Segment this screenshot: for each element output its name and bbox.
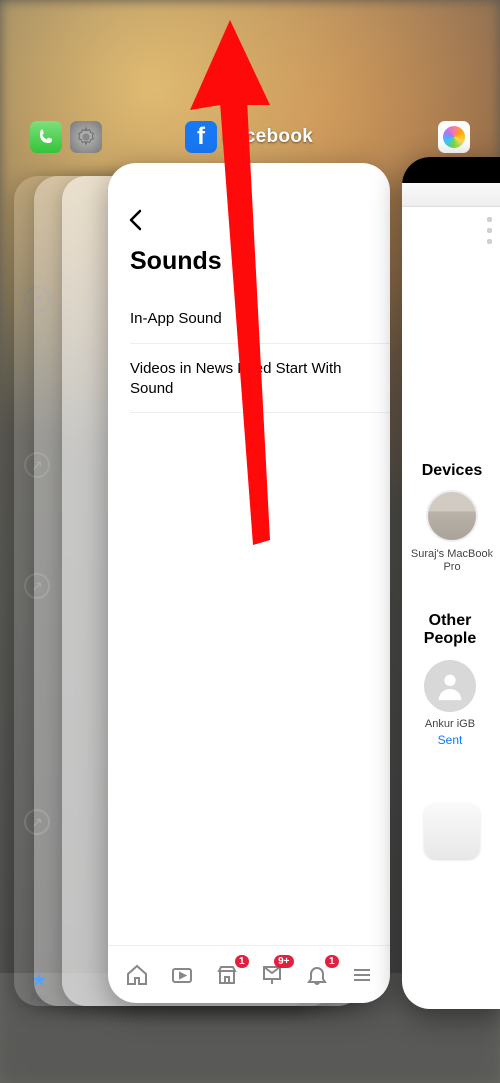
facebook-tab-bar: 1 9+ 1 bbox=[108, 945, 390, 1003]
photos-app-icon bbox=[438, 121, 470, 153]
settings-app-icon bbox=[70, 121, 102, 153]
home-tab[interactable] bbox=[119, 957, 155, 993]
phone-app-icon bbox=[30, 121, 62, 153]
safari-toolbar bbox=[402, 183, 500, 207]
person-status: Sent bbox=[402, 733, 498, 747]
devices-section: Devices Suraj's MacBook Pro bbox=[402, 462, 500, 574]
groups-badge: 9+ bbox=[274, 955, 293, 968]
people-heading: Other People bbox=[402, 612, 498, 648]
swipe-up-arrow bbox=[175, 20, 285, 560]
marketplace-badge: 1 bbox=[235, 955, 249, 968]
share-sheet-app-card[interactable]: Devices Suraj's MacBook Pro Other People… bbox=[402, 157, 500, 1009]
device-name: Suraj's MacBook Pro bbox=[402, 548, 500, 574]
other-people-section: Other People Ankur iGB Sent bbox=[402, 612, 498, 747]
share-apps-row bbox=[402, 803, 500, 859]
person-avatar[interactable] bbox=[424, 660, 476, 712]
toolbar-indicators bbox=[487, 217, 492, 244]
groups-tab[interactable]: 9+ bbox=[254, 957, 290, 993]
menu-tab[interactable] bbox=[344, 957, 380, 993]
watermark: www.deuaq.com bbox=[486, 504, 498, 591]
person-name: Ankur iGB bbox=[402, 718, 498, 731]
devices-heading: Devices bbox=[402, 462, 500, 480]
device-notch bbox=[402, 157, 500, 183]
notifications-badge: 1 bbox=[325, 955, 339, 968]
notifications-tab[interactable]: 1 bbox=[299, 957, 335, 993]
watch-tab[interactable] bbox=[164, 957, 200, 993]
marketplace-tab[interactable]: 1 bbox=[209, 957, 245, 993]
macbook-icon[interactable] bbox=[426, 490, 478, 542]
back-button[interactable] bbox=[128, 209, 142, 238]
share-app-icon[interactable] bbox=[424, 803, 480, 859]
